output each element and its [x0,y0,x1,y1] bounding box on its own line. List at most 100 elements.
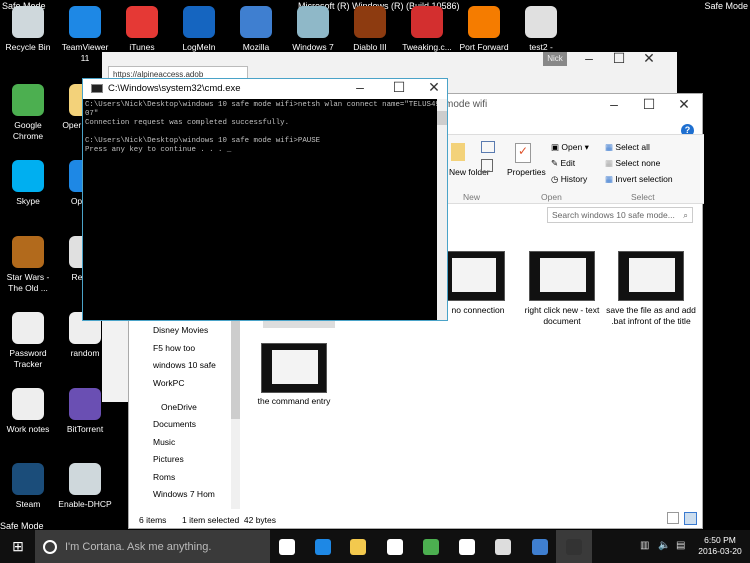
desktop-icon-label: Skype [16,196,40,206]
sidebar-folder-item[interactable]: Disney Movies [153,323,231,337]
teamviewer-icon [69,6,101,38]
sidebar-folder-item[interactable]: Pictures [153,452,231,466]
console-output[interactable]: C:\Users\Nick\Desktop\windows 10 safe mo… [83,99,440,320]
volume-icon[interactable]: 🔈 [658,540,670,551]
file-explorer-icon [350,538,366,555]
thunderbird-icon [532,538,548,555]
taskbar: ⊞ I'm Cortana. Ask me anything. ▥ 🔈 ▤ 6:… [0,530,750,563]
taskbar-app-button[interactable] [340,530,376,563]
file-thumbnail[interactable] [261,343,327,393]
desktop-icon[interactable]: Password Tracker [0,312,56,370]
desktop-icon[interactable]: Windows 7 [285,6,341,53]
file-thumbnail[interactable] [618,251,684,301]
diablo-icon [354,6,386,38]
desktop-icon[interactable]: Mozilla [228,6,284,53]
window-title: C:\Windows\system32\cmd.exe [108,83,241,94]
cmd-window[interactable]: C:\Windows\system32\cmd.exe – ☐ ✕ C:\Use… [82,78,448,321]
close-button[interactable]: ✕ [669,96,699,113]
media-icon [459,538,475,555]
action-center-icon[interactable]: ▤ [676,540,685,551]
minimize-button[interactable]: – [574,50,604,66]
start-button[interactable]: ⊞ [0,530,36,563]
window-title: mode wifi [445,99,488,110]
search-input[interactable]: Search windows 10 safe mode... ⌕ [547,207,693,223]
desktop-icon[interactable]: Diablo III [342,6,398,53]
desktop-icon[interactable]: test2 - [513,6,569,53]
cortana-icon [43,539,57,554]
desktop-icon[interactable]: Port Forward [456,6,512,53]
desktop-icon[interactable]: Star Wars - The Old ... [0,236,56,294]
maximize-button[interactable]: ☐ [384,79,414,96]
taskbar-app-button[interactable] [305,530,341,563]
windows-icon: ⊞ [12,538,24,554]
clock[interactable]: 6:50 PM 2016-03-20 [696,535,744,557]
close-button[interactable]: ✕ [419,79,449,96]
taskbar-app-button[interactable] [269,530,305,563]
user-badge[interactable]: Nick [543,52,567,66]
cortana-search-box[interactable]: I'm Cortana. Ask me anything. [35,530,270,563]
taskbar-app-button[interactable] [485,530,521,563]
file-label[interactable]: the command entry [249,396,339,407]
file-thumbnail[interactable] [441,251,505,301]
history-button[interactable]: ◷ History [551,174,587,185]
new-item-icon[interactable] [481,159,493,172]
sidebar-folder-item[interactable]: Documents [153,417,231,431]
portforward-icon [468,6,500,38]
desktop-icon-label: Password Tracker [9,348,47,369]
sidebar-folder-item[interactable]: WorkPC [153,376,231,390]
maximize-button[interactable]: ☐ [634,96,664,113]
taskbar-app-button[interactable] [556,530,592,563]
sidebar-folder-item[interactable]: F5 how too [153,341,231,355]
sidebar-folder-item[interactable]: Roms [153,470,231,484]
file-label[interactable]: right click new - text document [517,305,607,327]
minimize-button[interactable]: – [599,96,629,112]
search-icon: ⌕ [683,210,688,220]
sidebar-scrollbar[interactable] [231,319,240,509]
desktop-icon[interactable]: Recycle Bin [0,6,56,53]
folder-icon [297,6,329,38]
close-button[interactable]: ✕ [634,50,664,67]
desktop-icon[interactable]: Enable-DHCP [57,463,113,510]
sidebar-folder-item[interactable]: windows 10 safe [153,358,231,372]
select-all-button[interactable]: ▦ Select all [605,142,650,153]
taskbar-app-button[interactable] [522,530,558,563]
bittorrent-icon [69,388,101,420]
console-scrollbar[interactable] [437,99,447,320]
edit-button[interactable]: ✎ Edit [551,158,575,169]
network-icon[interactable]: ▥ [640,540,649,551]
file-thumbnail[interactable] [529,251,595,301]
desktop-icon[interactable]: Tweaking.c... [399,6,455,53]
desktop-icon-label: Star Wars - The Old ... [6,272,50,293]
desktop-icon[interactable]: Skype [0,160,56,207]
details-view-icon[interactable] [667,512,679,524]
cmd-icon [91,84,103,93]
desktop-icon-label: Google Chrome [12,120,44,141]
properties-button[interactable]: Properties [507,167,546,177]
desktop-icon[interactable]: iTunes [114,6,170,53]
taskbar-app-button[interactable] [377,530,413,563]
invert-selection-button[interactable]: ▦ Invert selection [605,174,673,185]
desktop-icon[interactable]: Steam [0,463,56,510]
chrome-icon [12,84,44,116]
taskbar-app-button[interactable] [413,530,449,563]
sidebar-item-onedrive[interactable]: OneDrive [161,400,239,414]
select-none-button[interactable]: ▦ Select none [605,158,660,169]
cmd-icon [566,538,582,555]
taskbar-app-button[interactable] [449,530,485,563]
logmein-icon [183,6,215,38]
desktop-icon[interactable]: LogMeIn [171,6,227,53]
large-icons-view-icon[interactable] [684,512,697,525]
desktop-icon[interactable]: Google Chrome [0,84,56,142]
thunderbird-icon [240,6,272,38]
maximize-button[interactable]: ☐ [604,50,634,67]
file-label[interactable]: save the file as and add .bat infront of… [606,305,696,327]
sidebar-folder-item[interactable]: Windows 7 Hom [153,487,231,501]
minimize-button[interactable]: – [345,79,375,95]
sidebar-folder-item[interactable]: Music [153,435,231,449]
desktop-icon[interactable]: Work notes [0,388,56,435]
copy-path-icon[interactable] [481,141,495,153]
itunes-icon [126,6,158,38]
open-button[interactable]: ▣ Open ▾ [551,142,589,153]
recycle-bin-icon [12,6,44,38]
desktop-icon-label: BitTorrent [66,424,104,434]
